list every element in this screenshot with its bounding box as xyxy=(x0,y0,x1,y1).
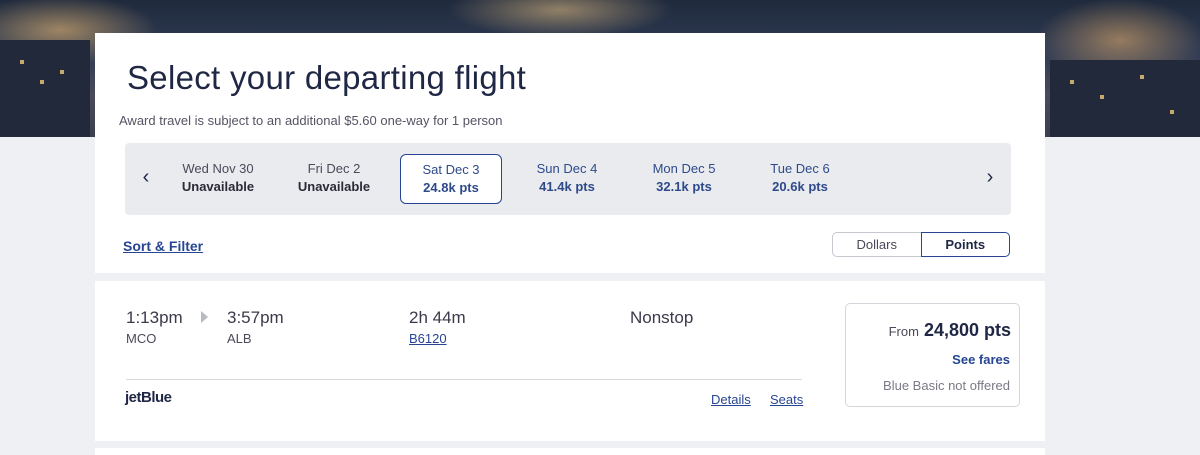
chevron-left-icon[interactable]: ‹ xyxy=(134,165,158,189)
date-selector: ‹ Wed Nov 30 Unavailable Fri Dec 2 Unava… xyxy=(125,143,1011,215)
airline-logo: jetBlue xyxy=(125,389,172,406)
date-option-price: 20.6k pts xyxy=(772,179,828,194)
flight-number-link[interactable]: B6120 xyxy=(409,331,447,346)
date-option-date: Mon Dec 5 xyxy=(652,161,716,176)
date-option-date: Sat Dec 3 xyxy=(422,162,480,177)
divider xyxy=(126,379,802,380)
date-option[interactable]: Tue Dec 6 20.6k pts xyxy=(749,154,851,204)
departure-time: 1:13pm xyxy=(126,308,183,327)
see-fares-link[interactable]: See fares xyxy=(952,352,1010,367)
fare-price-line: From 24,800 pts xyxy=(889,320,1011,341)
points-toggle-button[interactable]: Points xyxy=(920,232,1010,257)
search-header-card: Select your departing flight Award trave… xyxy=(95,33,1045,273)
date-option[interactable]: Wed Nov 30 Unavailable xyxy=(167,154,269,204)
fare-box[interactable]: From 24,800 pts See fares Blue Basic not… xyxy=(845,303,1020,407)
page-title: Select your departing flight xyxy=(127,59,527,96)
date-option-price: 32.1k pts xyxy=(656,179,712,194)
fare-from-label: From xyxy=(888,324,919,339)
seats-link[interactable]: Seats xyxy=(770,392,803,407)
sort-filter-link[interactable]: Sort & Filter xyxy=(123,238,203,254)
date-option-price: 24.8k pts xyxy=(423,180,479,195)
date-option-date: Wed Nov 30 xyxy=(182,161,254,176)
date-option-price: Unavailable xyxy=(297,179,371,194)
date-option-selected[interactable]: Sat Dec 3 24.8k pts xyxy=(400,154,502,204)
award-fee-notice: Award travel is subject to an additional… xyxy=(119,113,503,128)
flight-result-card: 1:13pm 3:57pm MCO ALB 2h 44m B6120 Nonst… xyxy=(95,281,1045,441)
blue-basic-note: Blue Basic not offered xyxy=(883,378,1010,393)
arrival-airport: ALB xyxy=(227,331,252,346)
date-option-date: Sun Dec 4 xyxy=(536,161,598,176)
date-option-price: 41.4k pts xyxy=(539,179,595,194)
chevron-right-icon[interactable]: › xyxy=(978,165,1002,189)
date-option-date: Tue Dec 6 xyxy=(770,161,830,176)
fare-amount: 24,800 pts xyxy=(923,320,1011,340)
departure-airport: MCO xyxy=(126,331,157,346)
currency-toggle: Dollars Points xyxy=(832,232,1010,257)
arrow-right-icon xyxy=(201,311,208,323)
details-link[interactable]: Details xyxy=(711,392,751,407)
date-option[interactable]: Mon Dec 5 32.1k pts xyxy=(633,154,735,204)
dollars-toggle-button[interactable]: Dollars xyxy=(832,232,921,257)
next-flight-card xyxy=(95,448,1045,455)
date-option-price: Unavailable xyxy=(181,179,255,194)
date-option[interactable]: Sun Dec 4 41.4k pts xyxy=(516,154,618,204)
flight-duration: 2h 44m xyxy=(409,308,466,327)
date-option[interactable]: Fri Dec 2 Unavailable xyxy=(283,154,385,204)
arrival-time: 3:57pm xyxy=(227,308,284,327)
stops-info: Nonstop xyxy=(630,308,694,327)
date-option-date: Fri Dec 2 xyxy=(307,161,361,176)
